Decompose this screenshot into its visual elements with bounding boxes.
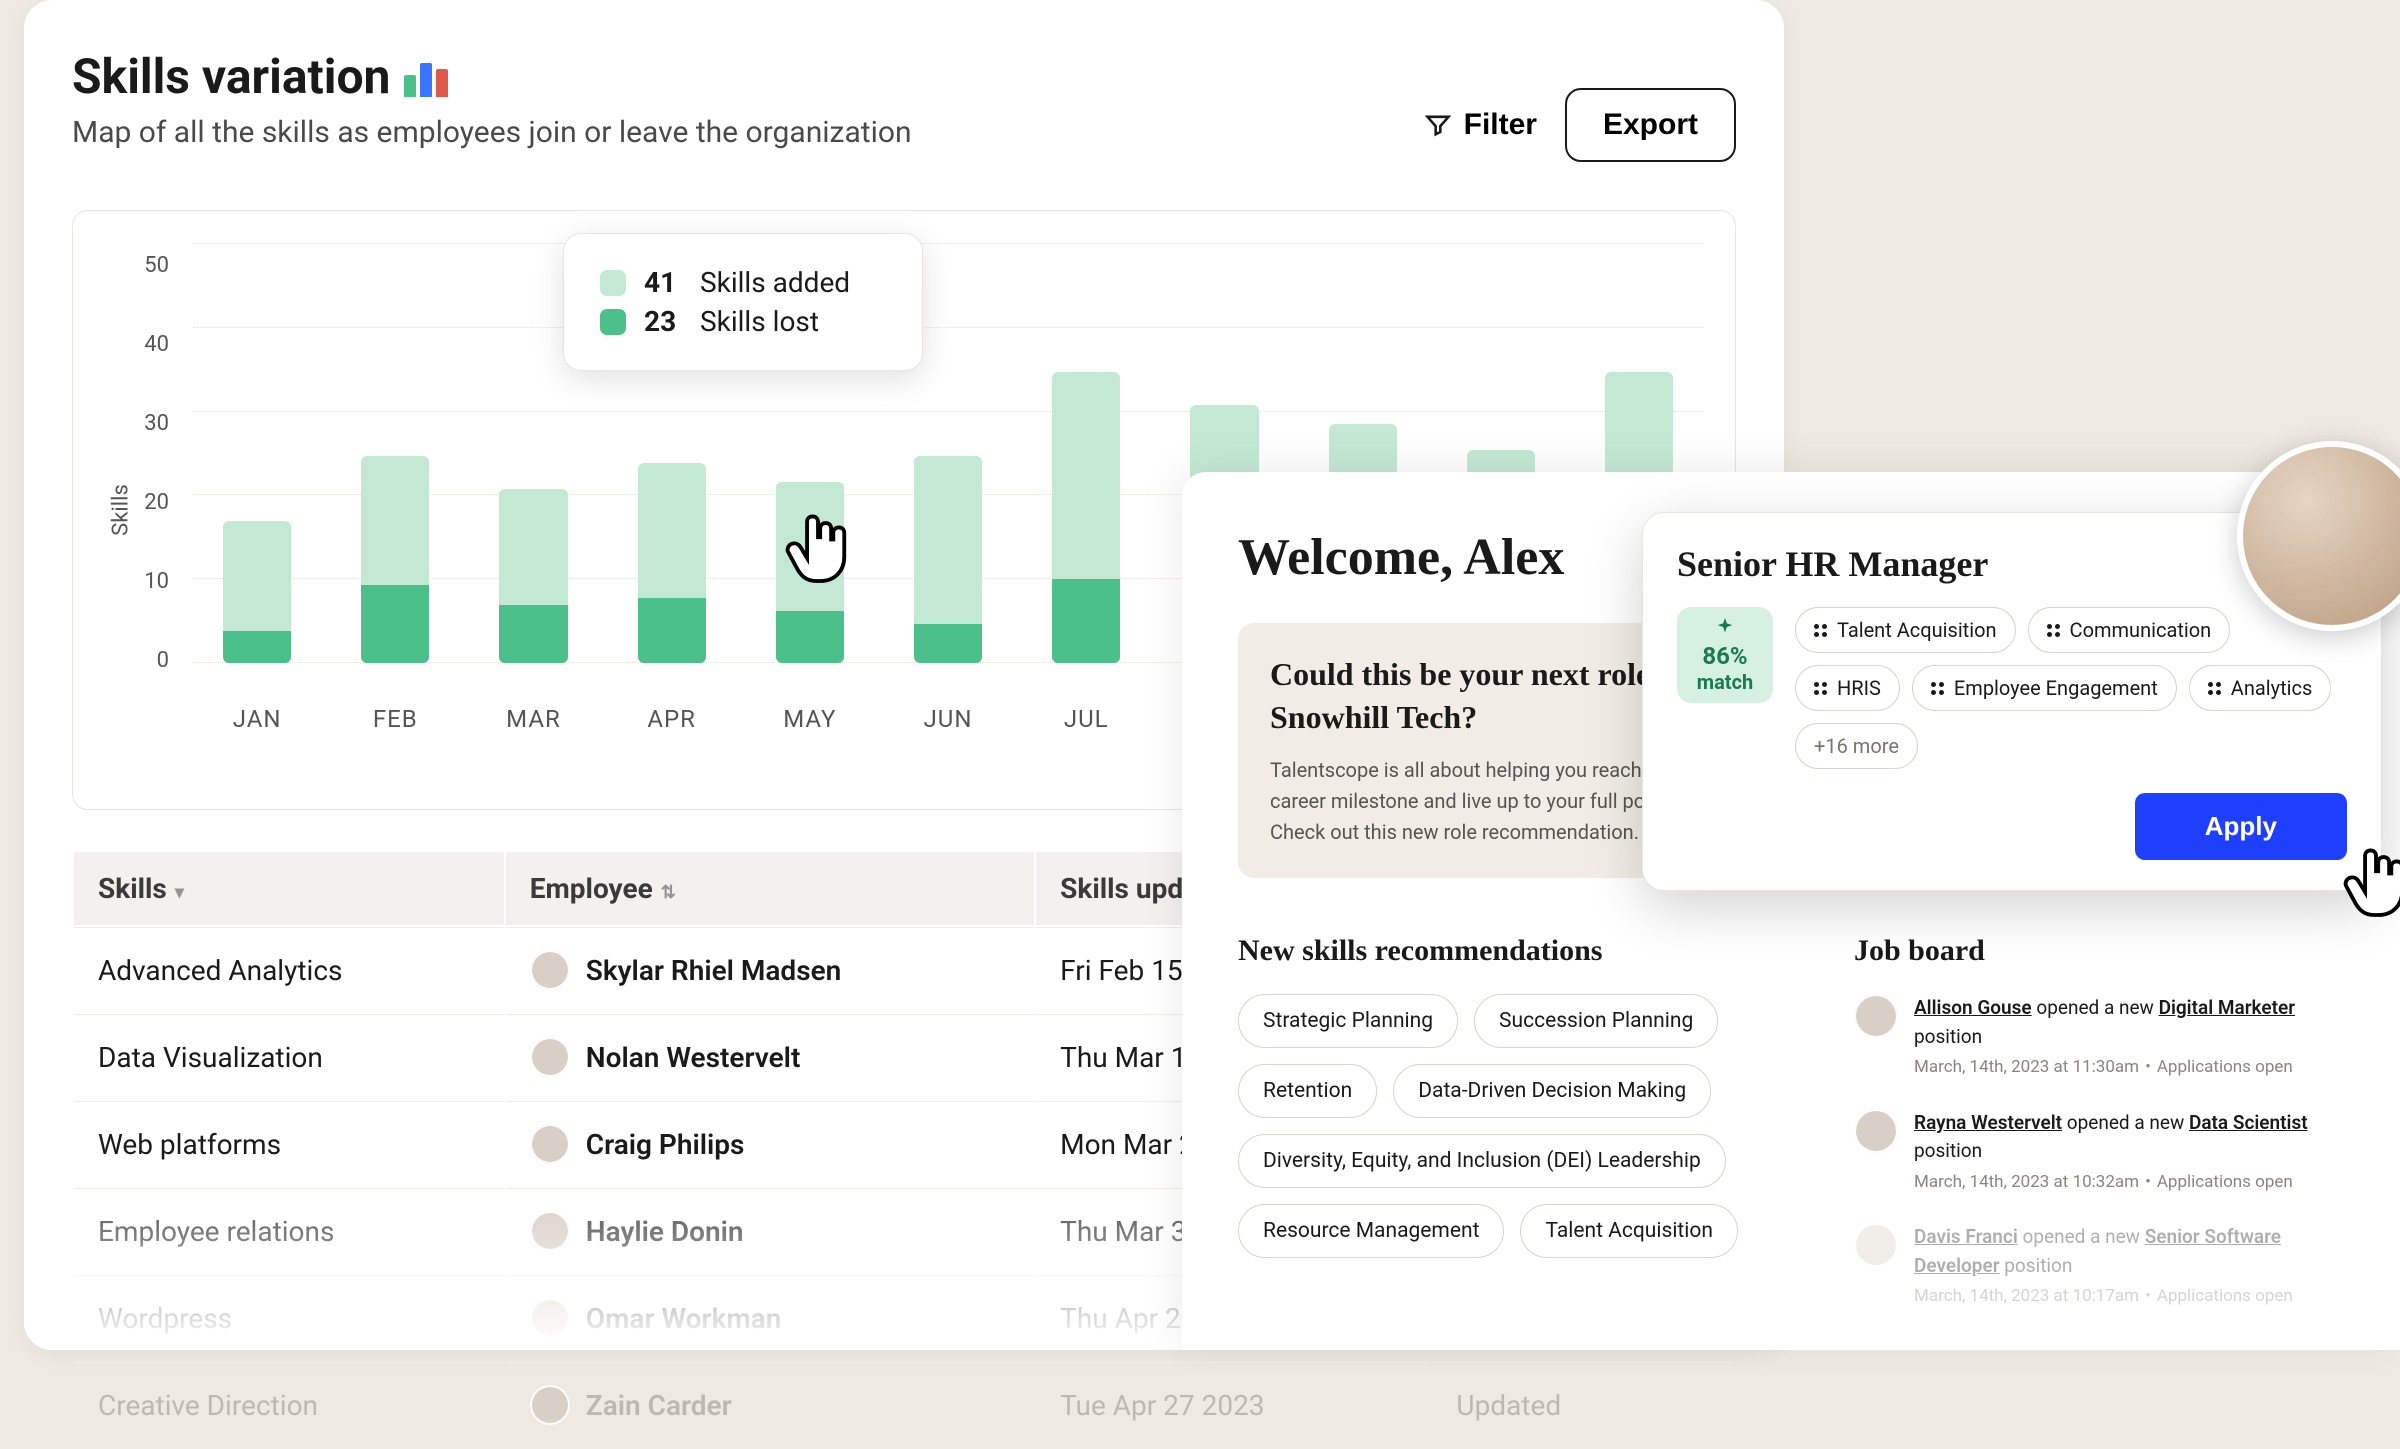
avatar [530,1211,570,1251]
job-item[interactable]: Rayna Westervelt opened a new Data Scien… [1854,1109,2344,1196]
cell-date: Tue Apr 27 2023 [1036,1362,1430,1447]
table-row[interactable]: Creative Direction Zain Carder Tue Apr 27 … [74,1362,1734,1447]
job-meta: March, 14th, 2023 at 10:32am•Application… [1914,1170,2344,1196]
page-title: Skills variation [72,48,912,105]
profile-avatar[interactable] [2237,441,2400,631]
avatar [530,950,570,990]
job-person-link[interactable]: Allison Gouse [1914,996,2032,1019]
cell-skill: Advanced Analytics [74,927,504,1012]
skill-tag[interactable]: Retention [1238,1064,1377,1118]
page-subtitle: Map of all the skills as employees join … [72,115,912,150]
bar-jan[interactable] [223,243,291,663]
avatar [1854,994,1898,1038]
avatar [530,1037,570,1077]
legend-swatch-added [600,270,626,296]
skill-tag[interactable]: Talent Acquisition [1520,1204,1738,1258]
cell-employee: Nolan Westervelt [530,1037,1010,1077]
apply-button[interactable]: Apply [2135,793,2347,860]
skill-tag[interactable]: Diversity, Equity, and Inclusion (DEI) L… [1238,1134,1726,1188]
cell-employee: Zain Carder [530,1385,1010,1425]
job-meta: March, 14th, 2023 at 11:30am•Application… [1914,1055,2344,1081]
skill-tag[interactable]: Strategic Planning [1238,994,1458,1048]
legend-swatch-lost [600,309,626,335]
skill-tag[interactable]: Succession Planning [1474,994,1718,1048]
job-role-link[interactable]: Data Scientist [2189,1111,2308,1134]
job-board-heading: Job board [1854,934,2344,968]
cell-employee: Haylie Donin [530,1211,1010,1251]
role-skill-tag[interactable]: HRIS [1795,665,1900,711]
x-tick: JUN [914,705,982,733]
cell-skill: Data Visualization [74,1014,504,1099]
skills-rec-heading: New skills recommendations [1238,934,1798,968]
cursor-hand-icon [2341,840,2400,920]
avatar [1854,1223,1898,1267]
bar-jul[interactable] [1052,243,1120,663]
x-tick: APR [638,705,706,733]
bar-chart-icon [404,57,448,97]
job-meta: March, 14th, 2023 at 10:17am•Application… [1914,1284,2344,1310]
avatar [530,1298,570,1338]
role-skill-tag[interactable]: Analytics [2189,665,2332,711]
filter-icon [1424,111,1452,139]
y-axis-ticks: 50 40 30 20 10 0 [129,253,169,673]
skill-tag[interactable]: Resource Management [1238,1204,1504,1258]
x-tick: JUL [1052,705,1120,733]
avatar [1854,1109,1898,1153]
x-tick: MAR [499,705,567,733]
x-tick: JAN [223,705,291,733]
role-skill-tag[interactable]: Communication [2028,607,2231,653]
skill-tag[interactable]: Data-Driven Decision Making [1393,1064,1711,1118]
role-match-card: Senior HR Manager 86% match Talent Acqui… [1642,512,2382,891]
job-person-link[interactable]: Davis Franci [1914,1225,2018,1248]
sort-icon: ▾ [175,882,184,903]
welcome-panel: Welcome, Alex Could this be your next ro… [1182,472,2400,1350]
sparkle-icon [1714,616,1736,638]
col-employee[interactable]: Employee⇅ [506,852,1034,925]
cell-skill: Creative Direction [74,1362,504,1447]
cell-skill: Wordpress [74,1275,504,1360]
x-tick: MAY [776,705,844,733]
role-skill-tag[interactable]: Talent Acquisition [1795,607,2016,653]
cell-change: Updated [1432,1362,1734,1447]
col-skills[interactable]: Skills▾ [74,852,504,925]
bar-jun[interactable] [914,243,982,663]
bar-feb[interactable] [361,243,429,663]
match-badge: 86% match [1677,607,1773,703]
job-item[interactable]: Davis Franci opened a new Senior Softwar… [1854,1223,2344,1310]
filter-button[interactable]: Filter [1424,108,1537,142]
avatar [530,1385,570,1425]
role-skill-tag[interactable]: Employee Engagement [1912,665,2177,711]
avatar [530,1124,570,1164]
cell-skill: Employee relations [74,1188,504,1273]
role-skill-more[interactable]: +16 more [1795,723,1918,769]
x-tick: FEB [361,705,429,733]
job-role-link[interactable]: Digital Marketer [2159,996,2295,1019]
job-person-link[interactable]: Rayna Westervelt [1914,1111,2062,1134]
cell-employee: Craig Philips [530,1124,1010,1164]
chart-tooltip: 41 Skills added 23 Skills lost [563,233,923,371]
bar-mar[interactable] [499,243,567,663]
cell-skill: Web platforms [74,1101,504,1186]
job-item[interactable]: Allison Gouse opened a new Digital Marke… [1854,994,2344,1081]
cell-employee: Skylar Rhiel Madsen [530,950,1010,990]
sort-icon: ⇅ [661,882,676,903]
cell-employee: Omar Workman [530,1298,1010,1338]
export-button[interactable]: Export [1565,88,1736,162]
